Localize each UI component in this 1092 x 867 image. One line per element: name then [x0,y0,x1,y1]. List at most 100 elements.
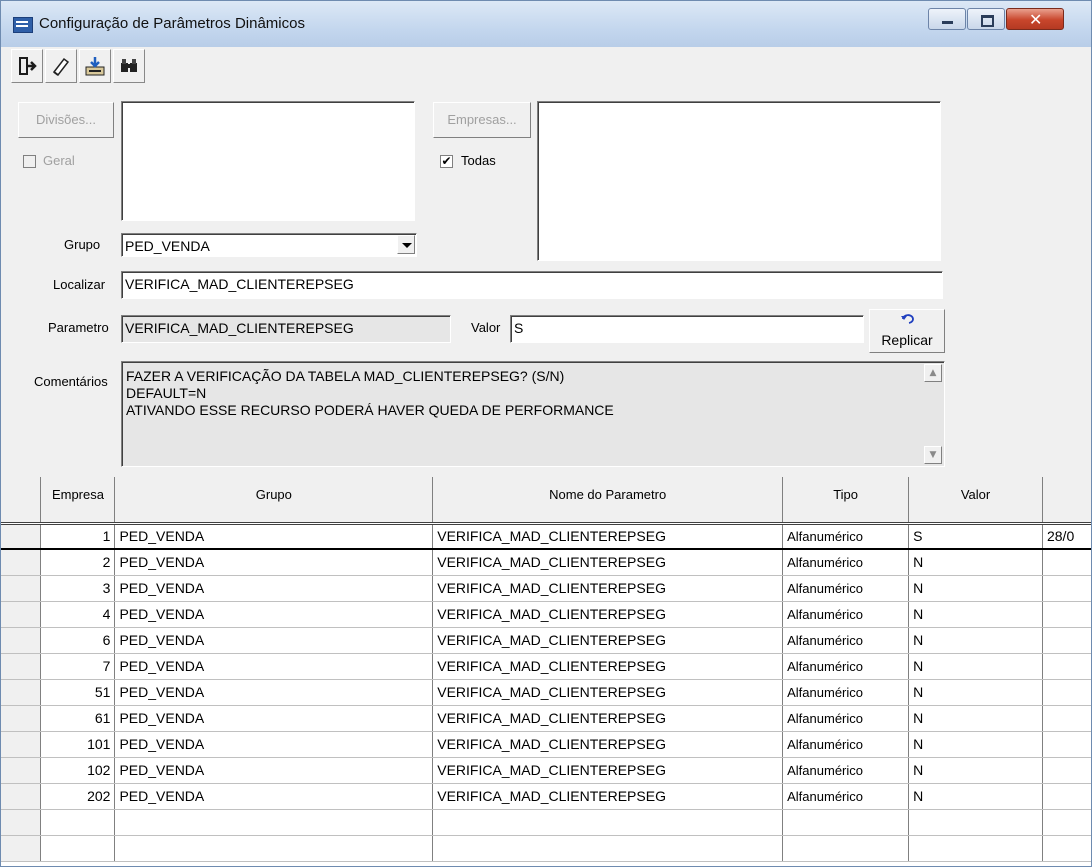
cell-grupo[interactable]: PED_VENDA [114,783,434,810]
cell-grupo[interactable]: PED_VENDA [114,679,434,706]
comentarios-textarea[interactable]: FAZER A VERIFICAÇÃO DA TABELA MAD_CLIENT… [121,361,945,467]
cell-empresa[interactable]: 1 [40,522,116,550]
cell-extra[interactable] [1042,783,1091,810]
cell-nome-parametro[interactable]: VERIFICA_MAD_CLIENTEREPSEG [432,679,784,706]
cell-extra[interactable] [1042,601,1091,628]
divisoes-button[interactable]: Divisões... [18,102,114,138]
table-row[interactable]: 3 PED_VENDA VERIFICA_MAD_CLIENTEREPSEG Alfa… [1,575,1091,602]
cell-empresa[interactable]: 7 [40,653,116,680]
table-row[interactable]: 2 PED_VENDA VERIFICA_MAD_CLIENTEREPSEG Alfa… [1,549,1091,576]
cell-extra[interactable] [1042,757,1091,784]
header-extra[interactable] [1042,477,1091,525]
cell-valor[interactable]: N [908,679,1043,706]
cell-grupo[interactable]: PED_VENDA [114,757,434,784]
cell-nome-parametro[interactable] [432,835,784,862]
cell-extra[interactable] [1042,835,1091,862]
cell-extra[interactable] [1042,653,1091,680]
table-row[interactable]: 202 PED_VENDA VERIFICA_MAD_CLIENTEREPSEG Al… [1,783,1091,810]
cell-tipo[interactable]: Alfanumérico [782,575,910,602]
cell-valor[interactable]: N [908,549,1043,576]
cell-grupo[interactable]: PED_VENDA [114,522,434,550]
minimize-button[interactable] [928,8,966,30]
cell-grupo[interactable]: PED_VENDA [114,731,434,758]
cell-grupo[interactable]: PED_VENDA [114,627,434,654]
cell-grupo[interactable]: PED_VENDA [114,549,434,576]
cell-empresa[interactable]: 51 [40,679,116,706]
cell-tipo[interactable] [782,835,910,862]
cell-nome-parametro[interactable] [432,809,784,836]
table-row[interactable]: 61 PED_VENDA VERIFICA_MAD_CLIENTEREPSEG Alf… [1,705,1091,732]
cell-tipo[interactable]: Alfanumérico [782,627,910,654]
cell-extra[interactable]: 28/0 [1042,522,1091,550]
empresas-list[interactable] [537,101,941,261]
cell-tipo[interactable] [782,809,910,836]
cell-nome-parametro[interactable]: VERIFICA_MAD_CLIENTEREPSEG [432,549,784,576]
cell-grupo[interactable]: PED_VENDA [114,705,434,732]
cell-tipo[interactable]: Alfanumérico [782,653,910,680]
table-row[interactable]: 7 PED_VENDA VERIFICA_MAD_CLIENTEREPSEG Alfa… [1,653,1091,680]
cell-extra[interactable] [1042,731,1091,758]
header-empresa[interactable]: Empresa [40,477,116,525]
scroll-up-arrow-icon[interactable]: ▲ [924,364,942,382]
cell-valor[interactable]: N [908,575,1043,602]
header-tipo[interactable]: Tipo [782,477,910,525]
cell-empresa[interactable]: 101 [40,731,116,758]
cell-grupo[interactable] [114,835,434,862]
header-grupo[interactable]: Grupo [114,477,434,525]
cell-tipo[interactable]: Alfanumérico [782,522,910,550]
close-button[interactable]: ✕ [1006,8,1064,30]
cell-empresa[interactable]: 202 [40,783,116,810]
header-valor[interactable]: Valor [908,477,1043,525]
table-row[interactable]: 51 PED_VENDA VERIFICA_MAD_CLIENTEREPSEG Alf… [1,679,1091,706]
cell-valor[interactable]: S [908,522,1043,550]
localizar-input[interactable]: VERIFICA_MAD_CLIENTEREPSEG [121,271,943,299]
cell-valor[interactable]: N [908,627,1043,654]
cell-extra[interactable] [1042,809,1091,836]
cell-valor[interactable]: N [908,653,1043,680]
cell-nome-parametro[interactable]: VERIFICA_MAD_CLIENTEREPSEG [432,653,784,680]
cell-valor[interactable] [908,835,1043,862]
cell-nome-parametro[interactable]: VERIFICA_MAD_CLIENTEREPSEG [432,783,784,810]
empresas-button[interactable]: Empresas... [433,102,531,138]
cell-empresa[interactable]: 3 [40,575,116,602]
replicar-button[interactable]: Replicar [869,309,945,353]
valor-input[interactable]: S [510,315,864,343]
cell-extra[interactable] [1042,705,1091,732]
cell-empresa[interactable]: 4 [40,601,116,628]
table-row[interactable] [1,835,1091,862]
cell-empresa[interactable]: 102 [40,757,116,784]
cell-valor[interactable]: N [908,705,1043,732]
exit-button[interactable] [11,49,43,83]
search-button[interactable] [113,49,145,83]
cell-nome-parametro[interactable]: VERIFICA_MAD_CLIENTEREPSEG [432,601,784,628]
grupo-select[interactable]: PED_VENDA [121,233,417,257]
todas-checkbox[interactable]: ✔ [440,155,453,168]
cell-valor[interactable]: N [908,783,1043,810]
cell-tipo[interactable]: Alfanumérico [782,731,910,758]
cell-valor[interactable]: N [908,757,1043,784]
cell-tipo[interactable]: Alfanumérico [782,783,910,810]
cell-grupo[interactable]: PED_VENDA [114,653,434,680]
cell-extra[interactable] [1042,549,1091,576]
cell-valor[interactable]: N [908,601,1043,628]
cell-nome-parametro[interactable]: VERIFICA_MAD_CLIENTEREPSEG [432,705,784,732]
cell-nome-parametro[interactable]: VERIFICA_MAD_CLIENTEREPSEG [432,731,784,758]
scroll-down-arrow-icon[interactable]: ▼ [924,446,942,464]
cell-tipo[interactable]: Alfanumérico [782,549,910,576]
table-row[interactable]: 4 PED_VENDA VERIFICA_MAD_CLIENTEREPSEG Alfa… [1,601,1091,628]
cell-empresa[interactable] [40,809,116,836]
cell-tipo[interactable]: Alfanumérico [782,705,910,732]
cell-valor[interactable] [908,809,1043,836]
table-row[interactable]: 102 PED_VENDA VERIFICA_MAD_CLIENTEREPSEG Al… [1,757,1091,784]
cell-empresa[interactable] [40,835,116,862]
cell-grupo[interactable]: PED_VENDA [114,575,434,602]
cell-nome-parametro[interactable]: VERIFICA_MAD_CLIENTEREPSEG [432,757,784,784]
cell-nome-parametro[interactable]: VERIFICA_MAD_CLIENTEREPSEG [432,627,784,654]
cell-empresa[interactable]: 61 [40,705,116,732]
cell-tipo[interactable]: Alfanumérico [782,679,910,706]
table-row[interactable]: 6 PED_VENDA VERIFICA_MAD_CLIENTEREPSEG Alfa… [1,627,1091,654]
cell-tipo[interactable]: Alfanumérico [782,757,910,784]
table-row[interactable]: 1 PED_VENDA VERIFICA_MAD_CLIENTEREPSEG Alfa… [1,522,1091,550]
cell-grupo[interactable] [114,809,434,836]
header-nome-parametro[interactable]: Nome do Parametro [432,477,784,525]
